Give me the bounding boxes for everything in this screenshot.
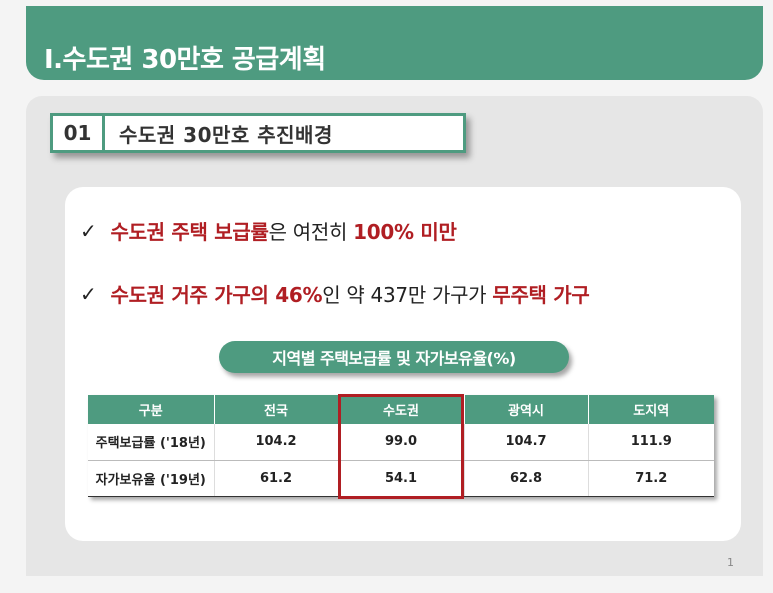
bullet-item-2: ✓ 수도권 거주 가구의 46% 인 약 437만 가구가 무주택 가구 — [80, 279, 590, 308]
row-label: 주택보급률 ('18년) — [88, 424, 214, 461]
table-cell: 104.7 — [463, 424, 588, 461]
column-header: 도지역 — [587, 395, 714, 424]
bullet-2-emphasis: 무주택 가구 — [492, 283, 590, 307]
column-header: 광역시 — [463, 395, 588, 424]
table-cell: 104.2 — [213, 424, 338, 461]
bullet-1-highlight: 수도권 주택 보급률 — [110, 220, 269, 244]
section-number: 01 — [53, 116, 105, 150]
section-title: 수도권 30만호 추진배경 — [119, 122, 333, 147]
bullet-2-highlight: 수도권 거주 가구의 46% — [110, 283, 323, 307]
table-cell: 54.1 — [337, 460, 464, 497]
section-heading: 01 수도권 30만호 추진배경 — [50, 113, 466, 153]
row-label: 자가보유율 ('19년) — [88, 460, 214, 497]
table-cell: 99.0 — [337, 424, 464, 461]
header-bar: Ⅰ.수도권 30만호 공급계획 — [26, 6, 763, 80]
table-cell: 111.9 — [587, 424, 714, 461]
check-icon: ✓ — [80, 281, 97, 306]
table-cell: 61.2 — [213, 460, 338, 497]
column-header: 수도권 — [337, 395, 464, 424]
bullet-1-text: 은 여전히 — [268, 220, 354, 244]
table-cell: 62.8 — [463, 460, 588, 497]
table-caption: 지역별 주택보급률 및 자가보유율(%) — [219, 341, 569, 373]
slide-page: Ⅰ.수도권 30만호 공급계획 01 수도권 30만호 추진배경 ✓ 수도권 주… — [0, 0, 773, 593]
bullet-2-text: 인 약 437만 가구가 — [322, 283, 493, 307]
bullet-1-emphasis: 100% 미만 — [353, 220, 457, 244]
page-number: 1 — [727, 556, 734, 569]
housing-table: 구분 전국 수도권 광역시 도지역 주택보급률 ('18년) 104.2 99.… — [88, 395, 714, 497]
bullet-item-1: ✓ 수도권 주택 보급률 은 여전히 100% 미만 — [80, 216, 457, 245]
table-row: 주택보급률 ('18년) 104.2 99.0 104.7 111.9 — [88, 424, 714, 461]
table-header-row: 구분 전국 수도권 광역시 도지역 — [88, 395, 714, 424]
column-header: 전국 — [213, 395, 338, 424]
check-icon: ✓ — [80, 218, 97, 243]
table-row: 자가보유율 ('19년) 61.2 54.1 62.8 71.2 — [88, 460, 714, 497]
page-title: Ⅰ.수도권 30만호 공급계획 — [44, 45, 326, 75]
table-cell: 71.2 — [587, 460, 714, 497]
column-header: 구분 — [88, 395, 214, 424]
